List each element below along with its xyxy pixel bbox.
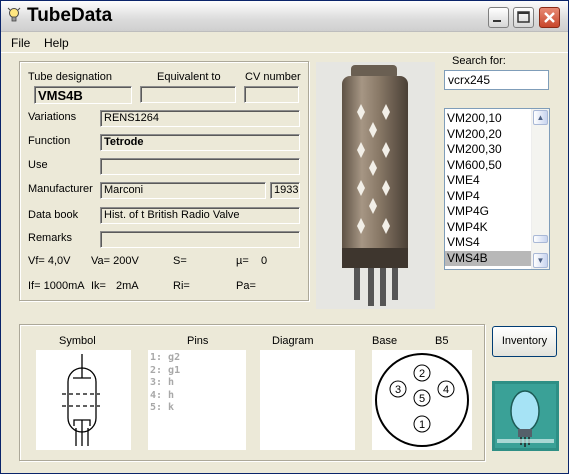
maximize-icon xyxy=(517,11,530,23)
base-type-label: B5 xyxy=(435,335,449,347)
vf-value: Vf= 4,0V xyxy=(28,255,71,267)
inventory-button[interactable]: Inventory xyxy=(492,326,557,357)
if-value: If= 1000mA xyxy=(28,280,85,292)
ri-value: Ri= xyxy=(173,280,190,292)
variations-label: Variations xyxy=(28,111,77,123)
use-label: Use xyxy=(28,159,48,171)
equivalent-to-label: Equivalent to xyxy=(157,71,221,83)
tube-logo xyxy=(492,381,559,451)
diagram-label: Diagram xyxy=(272,335,314,347)
tube-photo xyxy=(316,62,435,309)
remarks-label: Remarks xyxy=(28,232,73,244)
pin-entry: 2: g1 xyxy=(150,364,181,376)
base-pin-5: 5 xyxy=(419,393,425,405)
base-pin-diagram: 1 2 3 4 5 xyxy=(375,353,469,447)
symbol-label: Symbol xyxy=(59,335,96,347)
search-label: Search for: xyxy=(452,55,506,67)
function-label: Function xyxy=(28,135,71,147)
title-bar[interactable]: TubeData xyxy=(1,1,568,32)
close-icon xyxy=(544,12,555,23)
equivalent-field xyxy=(140,86,236,103)
base-label: Base xyxy=(372,335,398,347)
maximize-button[interactable] xyxy=(513,7,534,28)
ik-value: 2mA xyxy=(116,280,139,292)
remarks-field xyxy=(100,231,300,248)
data-book-field: Hist. of t British Radio Valve xyxy=(100,207,300,224)
data-book-label: Data book xyxy=(28,209,79,221)
tube-symbol-box xyxy=(36,350,131,450)
lightbulb-icon xyxy=(7,7,21,22)
tube-list[interactable]: VM200,10 VM200,20 VM200,30 VM600,50 VME4 VMP4… xyxy=(444,108,550,270)
minimize-button[interactable] xyxy=(488,7,509,28)
base-pin-1: 1 xyxy=(419,419,425,431)
app-window: TubeData File Help Tube designation Equi… xyxy=(0,0,569,474)
ik-label: Ik= xyxy=(91,280,106,292)
menu-bar: File Help xyxy=(1,32,568,53)
base-pin-3: 3 xyxy=(395,384,401,396)
mu-value: 0 xyxy=(261,255,268,267)
pins-label: Pins xyxy=(187,335,209,347)
window-title: TubeData xyxy=(27,5,113,26)
search-input[interactable] xyxy=(444,70,549,90)
function-field: Tetrode xyxy=(100,134,300,151)
pin-entry: 4: h xyxy=(150,389,175,401)
pin-entry: 3: h xyxy=(150,377,175,388)
pa-value: Pa= xyxy=(236,280,256,292)
tube-designation-field: VMS4B xyxy=(34,86,132,104)
scroll-up-button[interactable]: ▲ xyxy=(533,110,548,125)
manufacturer-label: Manufacturer xyxy=(28,183,93,195)
va-value: Va= 200V xyxy=(91,255,139,267)
base-pin-4: 4 xyxy=(443,384,449,396)
pins-box: 1: g2 2: g1 3: h 4: h 5: k xyxy=(148,350,246,450)
diagram-box xyxy=(260,350,355,450)
minimize-icon xyxy=(493,20,501,22)
scroll-thumb[interactable] xyxy=(533,235,548,243)
menu-file[interactable]: File xyxy=(11,36,30,50)
close-button[interactable] xyxy=(539,7,560,28)
pin-entry: 5: k xyxy=(150,402,175,413)
manufacturer-field: Marconi xyxy=(100,182,266,199)
scroll-down-button[interactable]: ▼ xyxy=(533,253,548,268)
mu-label: µ= xyxy=(236,255,249,267)
pin-entry: 1: g2 xyxy=(150,352,181,363)
list-scrollbar[interactable]: ▲ ▼ xyxy=(531,109,549,269)
year-field: 1933 xyxy=(270,182,300,199)
use-field xyxy=(100,158,300,175)
cv-number-label: CV number xyxy=(245,71,301,83)
base-box: 1 2 3 4 5 xyxy=(372,350,472,450)
base-pin-2: 2 xyxy=(419,368,425,380)
cv-number-field xyxy=(244,86,299,103)
s-value: S= xyxy=(173,255,187,267)
menu-help[interactable]: Help xyxy=(44,36,69,50)
variations-field: RENS1264 xyxy=(100,110,300,127)
tetrode-symbol xyxy=(62,354,100,446)
tube-designation-label: Tube designation xyxy=(28,71,112,83)
